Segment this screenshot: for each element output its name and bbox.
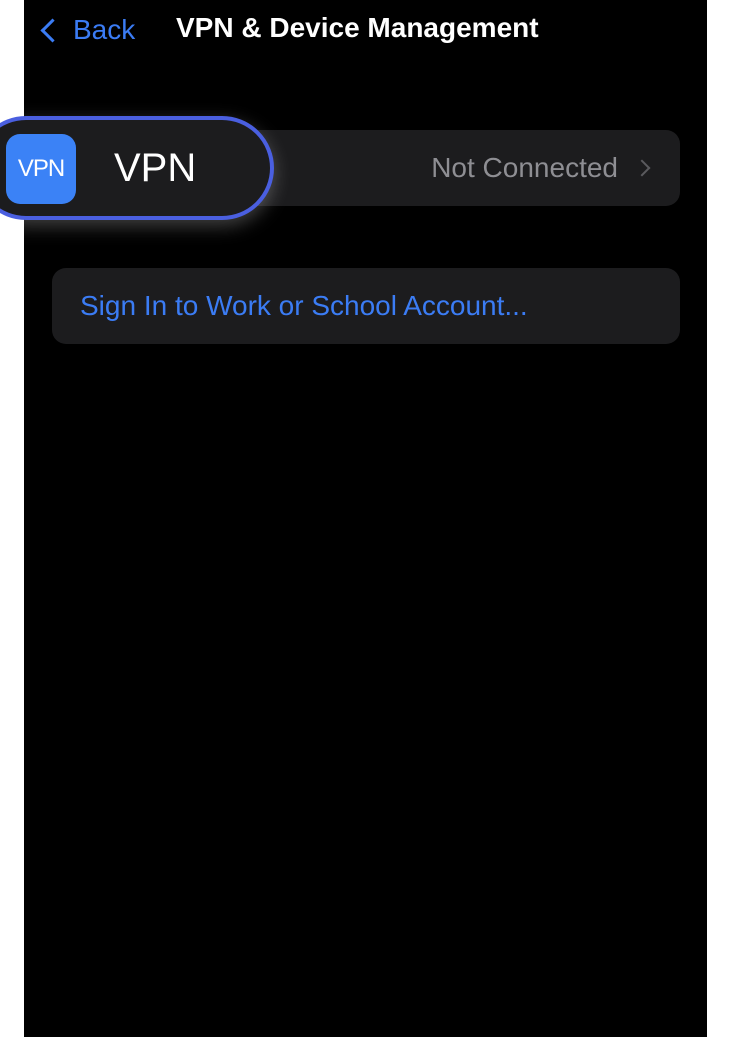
chevron-right-icon bbox=[633, 159, 651, 177]
page-title: VPN & Device Management bbox=[176, 12, 539, 43]
back-label: Back bbox=[73, 14, 136, 45]
chevron-left-icon bbox=[40, 17, 65, 43]
back-button[interactable]: Back bbox=[38, 12, 135, 48]
vpn-icon-text: VPN bbox=[17, 155, 65, 182]
sign-in-account-label: Sign In to Work or School Account... bbox=[80, 290, 528, 321]
vpn-label: VPN bbox=[114, 146, 197, 190]
navigation-bar: Back VPN & Device Management bbox=[24, 0, 707, 62]
vpn-app-icon: VPN bbox=[6, 134, 76, 204]
sign-in-account-row[interactable]: Sign In to Work or School Account... bbox=[52, 268, 680, 344]
vpn-highlight[interactable]: VPN VPN bbox=[0, 116, 274, 220]
vpn-status: Not Connected bbox=[431, 152, 618, 183]
